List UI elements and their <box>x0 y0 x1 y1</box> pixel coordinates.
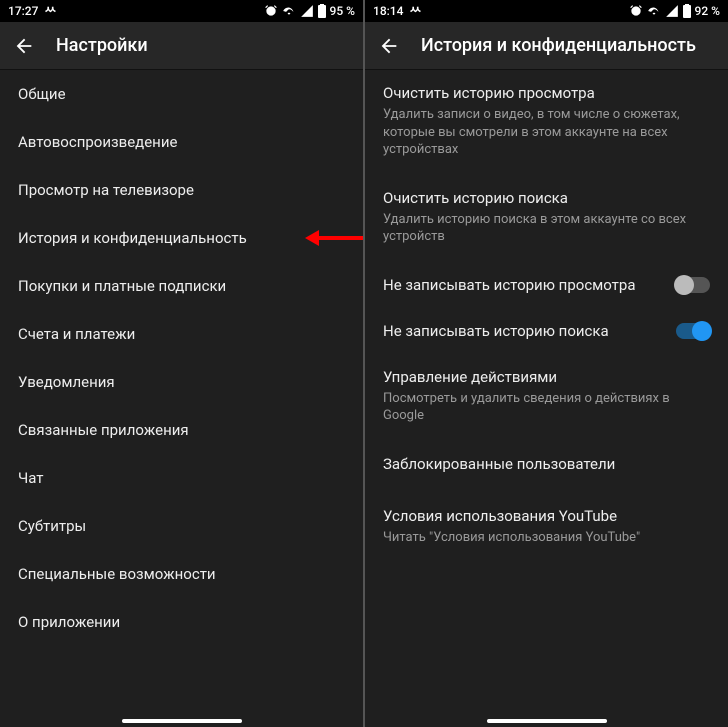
privacy-item[interactable]: Условия использования YouTube Читать "Усл… <box>365 493 728 563</box>
pointer-arrow-icon <box>305 230 363 246</box>
privacy-item-title: Очистить историю просмотра <box>383 84 710 102</box>
settings-item[interactable]: Автовоспроизведение <box>0 118 363 166</box>
toggle-label: Не записывать историю поиска <box>383 322 676 340</box>
carrier-icon: ᄊ <box>409 2 420 21</box>
toggle-row[interactable]: Не записывать историю просмотра <box>365 262 728 308</box>
settings-item-label: Просмотр на телевизоре <box>18 181 194 199</box>
privacy-item-title: Условия использования YouTube <box>383 507 710 525</box>
status-time: 17:27 <box>8 4 38 18</box>
privacy-item-subtitle: Удалить записи о видео, в том числе о сю… <box>383 106 710 159</box>
toggle-switch[interactable] <box>676 323 710 339</box>
settings-item-label: Покупки и платные подписки <box>18 277 226 295</box>
status-bar: 18:14 ᄊ 92 % <box>365 0 728 22</box>
settings-item-label: Общие <box>18 85 66 103</box>
settings-item[interactable]: Общие <box>0 70 363 118</box>
privacy-item[interactable]: Заблокированные пользователи <box>365 441 728 493</box>
privacy-item-subtitle: Читать "Условия использования YouTube" <box>383 529 710 547</box>
app-bar: История и конфиденциальность <box>365 22 728 70</box>
signal-icon <box>665 4 679 18</box>
settings-item[interactable]: Субтитры <box>0 502 363 550</box>
page-title: Настройки <box>56 35 148 56</box>
privacy-item[interactable]: Очистить историю просмотра Удалить записи… <box>365 70 728 175</box>
signal-icon <box>300 4 314 18</box>
settings-item[interactable]: Счета и платежи <box>0 310 363 358</box>
settings-item[interactable]: Чат <box>0 454 363 502</box>
privacy-item-title: Заблокированные пользователи <box>383 455 710 473</box>
settings-item-label: Связанные приложения <box>18 421 189 439</box>
settings-item-label: О приложении <box>18 613 120 631</box>
settings-item[interactable]: История и конфиденциальность <box>0 214 363 262</box>
settings-item[interactable]: Уведомления <box>0 358 363 406</box>
settings-item[interactable]: О приложении <box>0 598 363 646</box>
app-bar: Настройки <box>0 22 363 70</box>
toggle-label: Не записывать историю просмотра <box>383 276 676 294</box>
privacy-item-title: Очистить историю поиска <box>383 189 710 207</box>
back-button[interactable] <box>377 34 401 58</box>
settings-item[interactable]: Покупки и платные подписки <box>0 262 363 310</box>
settings-item-label: Чат <box>18 469 44 487</box>
settings-item-label: Автовоспроизведение <box>18 133 177 151</box>
page-title: История и конфиденциальность <box>421 35 696 56</box>
toggle-row[interactable]: Не записывать историю поиска <box>365 308 728 354</box>
settings-item[interactable]: Связанные приложения <box>0 406 363 454</box>
battery-text: 95 % <box>330 4 355 18</box>
settings-item-label: История и конфиденциальность <box>18 229 247 247</box>
phone-right: 18:14 ᄊ 92 % История и конфиденциальност… <box>365 0 728 727</box>
privacy-item[interactable]: Очистить историю поиска Удалить историю п… <box>365 175 728 262</box>
settings-item[interactable]: Специальные возможности <box>0 550 363 598</box>
alarm-icon <box>264 4 278 18</box>
carrier-icon: ᄊ <box>44 2 55 21</box>
nav-handle[interactable] <box>487 719 607 723</box>
status-bar: 17:27 ᄊ 95 % <box>0 0 363 22</box>
privacy-list: Очистить историю просмотра Удалить записи… <box>365 70 728 727</box>
settings-item[interactable]: Просмотр на телевизоре <box>0 166 363 214</box>
privacy-item-subtitle: Удалить историю поиска в этом аккаунте с… <box>383 211 710 246</box>
battery-icon <box>683 4 691 18</box>
back-button[interactable] <box>12 34 36 58</box>
privacy-item-subtitle: Посмотреть и удалить сведения о действия… <box>383 390 710 425</box>
toggle-switch[interactable] <box>676 277 710 293</box>
battery-text: 92 % <box>695 4 720 18</box>
battery-icon <box>318 4 326 18</box>
settings-list: Общие Автовоспроизведение Просмотр на теле… <box>0 70 363 727</box>
alarm-icon <box>629 4 643 18</box>
settings-item-label: Уведомления <box>18 373 115 391</box>
privacy-item[interactable]: Управление действиями Посмотреть и удалит… <box>365 354 728 441</box>
settings-item-label: Специальные возможности <box>18 565 216 583</box>
status-time: 18:14 <box>373 4 403 18</box>
settings-item-label: Субтитры <box>18 517 86 535</box>
phone-left: 17:27 ᄊ 95 % Настройки Общие Автовоспроиз… <box>0 0 363 727</box>
wifi-icon <box>282 4 296 18</box>
privacy-item-title: Управление действиями <box>383 368 710 386</box>
settings-item-label: Счета и платежи <box>18 325 135 343</box>
wifi-icon <box>647 4 661 18</box>
nav-handle[interactable] <box>122 719 242 723</box>
